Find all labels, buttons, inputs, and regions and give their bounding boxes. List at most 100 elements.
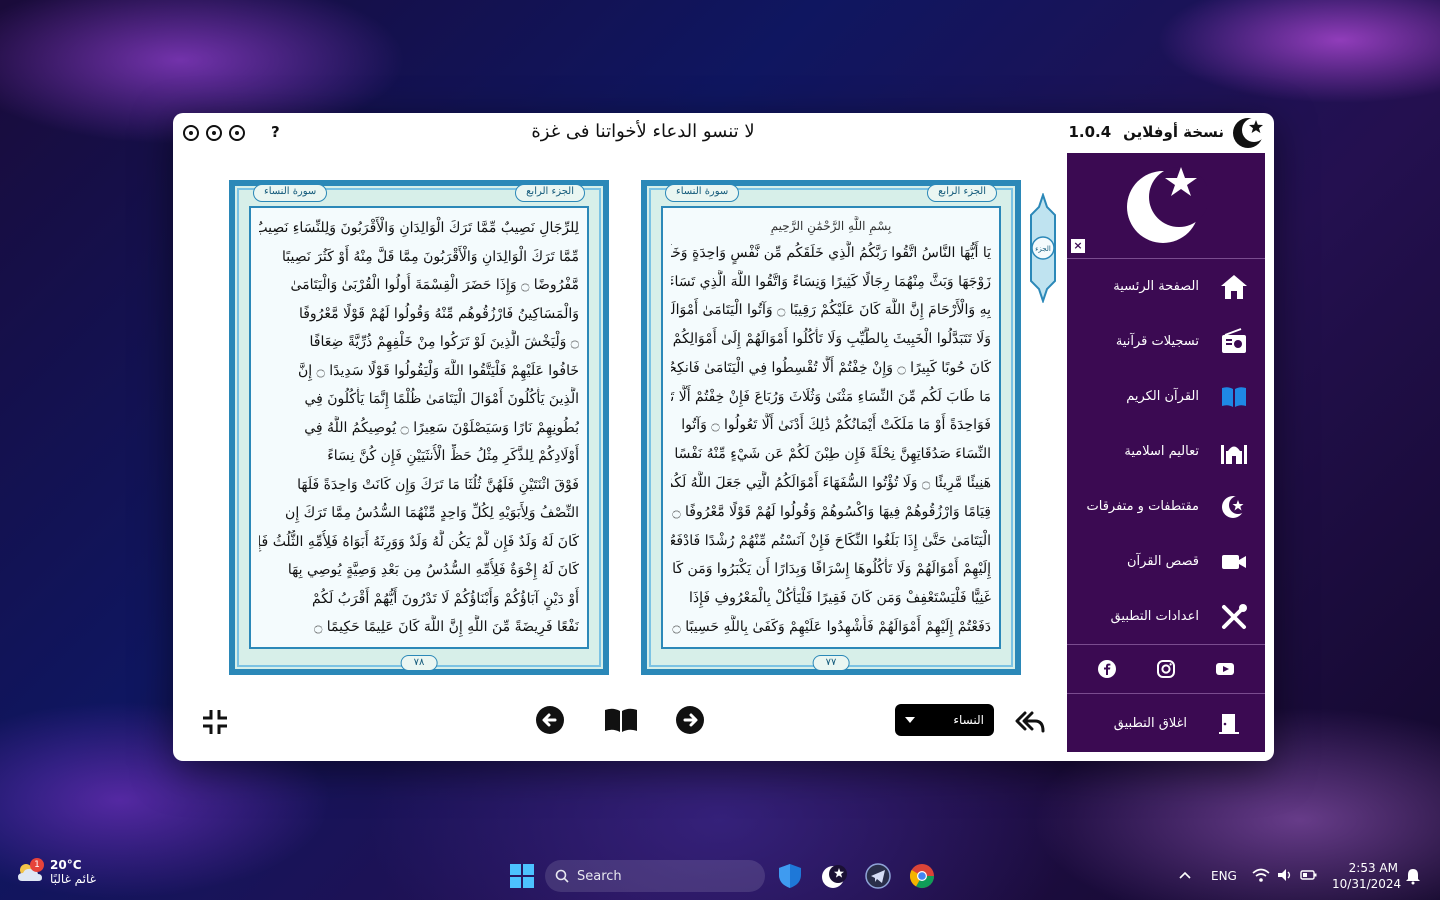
battery-icon[interactable] <box>1300 867 1318 883</box>
verse-line: إِلَيْهِمْ أَمْوَالَهُمْ وَلَا تَأْكُلُو… <box>671 561 991 578</box>
chevron-up-icon[interactable] <box>1178 870 1192 880</box>
instagram-icon[interactable] <box>1156 659 1176 679</box>
language-indicator[interactable]: ENG <box>1211 869 1237 883</box>
verse-line: فَوْقَ اثْنَتَيْنِ فَلَهُنَّ ثُلُثَا مَا… <box>297 476 579 493</box>
weather-widget[interactable]: 20°C غائم غالبًا <box>16 858 96 886</box>
verse-line: أَوْلَادِكُمْ لِلذَّكَرِ مِثْلُ حَظِّ ال… <box>327 448 579 464</box>
verse-line: الَّذِينَ يَأْكُلُونَ أَمْوَالَ الْيَتَا… <box>304 391 579 407</box>
sidebar-item-label: الصفحة الرئسية <box>1113 279 1199 294</box>
radio-icon <box>1222 327 1246 353</box>
verse-line: بِهِ وَالْأَرْحَامَ إِنَّ اللَّهَ كَانَ … <box>671 302 991 319</box>
verse-line: غَنِيًّا فَلْيَسْتَعْفِفْ وَمَن كَانَ فَ… <box>689 590 991 607</box>
gaza-dua-banner: لا تنسو الدعاء لأخواتنا فى غزة <box>531 121 755 142</box>
verse-line: كَانَ لَهُ إِخْوَةٌ فَلِأُمِّهِ السُّدُس… <box>287 562 579 578</box>
title-bar: ? لا تنسو الدعاء لأخواتنا فى غزة 1.0.4 ن… <box>173 113 1274 153</box>
page-juz-tag: الجزء الرابع <box>927 184 997 202</box>
page-number: ٧٧ <box>812 655 850 671</box>
verse-line: النِّسَاءَ صَدُقَاتِهِنَّ نِحْلَةً فَإِن… <box>671 446 991 463</box>
verse-line: وَالْمَسَاكِينُ فَارْزُقُوهُم مِّنْهُ وَ… <box>298 305 579 322</box>
sidebar-header: × <box>1067 153 1265 259</box>
verse-line: يَا أَيُّهَا النَّاسُ اتَّقُوا رَبَّكُمُ… <box>671 244 991 261</box>
verse-line: هَنِيئًا مَّرِيئًا ۝ وَلَا تُؤْتُوا السُ… <box>671 475 991 492</box>
app-window: ? لا تنسو الدعاء لأخواتنا فى غزة 1.0.4 ن… <box>173 113 1274 761</box>
sidebar-menu: الصفحة الرئسية تسجيلات قرآنية القرآن الك… <box>1067 259 1265 645</box>
verse-line: ۝ وَلْيَخْشَ الَّذِينَ لَوْ تَرَكُوا مِن… <box>309 334 579 350</box>
version-title: نسخة أوفلاين <box>1123 123 1224 141</box>
minimize-window-button[interactable] <box>229 125 245 141</box>
facebook-icon[interactable] <box>1097 659 1117 679</box>
sidebar-item-label: اعدادات التطبيق <box>1110 609 1199 624</box>
help-button[interactable]: ? <box>271 123 280 141</box>
juz-ornament-marker-icon: الجزء <box>1030 193 1056 303</box>
youtube-icon[interactable] <box>1215 659 1235 679</box>
quran-app-taskbar-icon[interactable] <box>820 862 848 890</box>
verse-line: مَّفْرُوضًا ۝ وَإِذَا حَضَرَ الْقِسْمَةَ… <box>290 277 579 293</box>
window-controls <box>183 125 245 141</box>
exit-app-button[interactable]: اغلاق التطبيق <box>1067 694 1265 752</box>
open-book-icon[interactable] <box>603 706 639 734</box>
weather-temperature: 20°C <box>50 858 82 872</box>
sidebar-item-excerpts[interactable]: مقتطفات و متفرقات <box>1067 479 1265 534</box>
chrome-icon[interactable] <box>908 862 936 890</box>
taskbar-search-box[interactable]: Search <box>545 860 765 892</box>
home-icon <box>1221 274 1247 299</box>
page-juz-tag: الجزء الرابع <box>515 184 585 202</box>
back-reply-all-icon[interactable] <box>1015 709 1045 733</box>
mushaf-page-right: سورة النساء الجزء الرابع بِسْمِ اللَّهِ … <box>641 180 1021 675</box>
verse-line: بُطُونِهِمْ نَارًا وَسَيَصْلَوْنَ سَعِير… <box>304 419 579 436</box>
crescent-star-icon <box>1127 167 1207 243</box>
windows-start-icon[interactable] <box>508 862 536 890</box>
exit-fullscreen-icon[interactable] <box>201 708 229 736</box>
maximize-window-button[interactable] <box>206 125 222 141</box>
system-clock[interactable]: 2:53 AM 10/31/2024 <box>1332 860 1402 892</box>
sidebar-item-settings[interactable]: اعدادات التطبيق <box>1067 589 1265 644</box>
door-exit-icon <box>1219 714 1239 734</box>
verse-line: نَفْعًا فَرِيضَةً مِّنَ اللَّهِ إِنَّ ال… <box>314 619 579 635</box>
verse-lines: بِسْمِ اللَّهِ الرَّحْمَٰنِ الرَّحِيمِ ي… <box>671 216 991 639</box>
version-number: 1.0.4 <box>1068 123 1112 141</box>
volume-icon[interactable] <box>1276 867 1294 883</box>
basmala: بِسْمِ اللَّهِ الرَّحْمَٰنِ الرَّحِيمِ <box>770 219 892 233</box>
wifi-icon[interactable] <box>1252 867 1270 883</box>
sidebar-item-label: القرآن الكريم <box>1126 389 1199 404</box>
verse-line: دَفَعْتُمْ إِلَيْهِمْ أَمْوَالَهُمْ فَأَ… <box>672 618 991 635</box>
search-placeholder: Search <box>577 868 622 884</box>
verse-line: الْيَتَامَىٰ حَتَّىٰ إِذَا بَلَغُوا النِ… <box>671 532 991 549</box>
video-icon <box>1222 554 1246 569</box>
verse-line: فَوَاحِدَةً أَوْ مَا مَلَكَتْ أَيْمَانُك… <box>681 417 991 434</box>
verse-line: مَا طَابَ لَكُم مِّنَ النِّسَاءِ مَثْنَى… <box>671 388 991 405</box>
previous-page-arrow-icon[interactable] <box>535 705 565 735</box>
social-links <box>1067 645 1265 694</box>
page-header: سورة النساء الجزء الرابع <box>665 184 997 202</box>
tools-icon <box>1222 603 1247 629</box>
close-sidebar-button[interactable]: × <box>1071 239 1085 253</box>
page-text-area: لِلرِّجَالِ نَصِيبٌ مِّمَّا تَرَكَ الْوَ… <box>249 206 589 649</box>
surah-select-dropdown[interactable]: النساء <box>895 704 994 736</box>
mushaf-page-left: سورة النساء الجزء الرابع لِلرِّجَالِ نَص… <box>229 180 609 675</box>
sidebar-item-home[interactable]: الصفحة الرئسية <box>1067 259 1265 314</box>
sidebar-item-quran-stories[interactable]: قصص القرآن <box>1067 534 1265 589</box>
close-window-button[interactable] <box>183 125 199 141</box>
version-label: 1.0.4 نسخة أوفلاين <box>1068 123 1224 141</box>
clock-date: 10/31/2024 <box>1332 877 1402 891</box>
book-icon <box>1222 386 1246 407</box>
verse-line: أَوْ دَيْنٍ آبَاؤُكُمْ وَأَبْنَاؤُكُمْ ل… <box>311 590 579 607</box>
sidebar-item-quran[interactable]: القرآن الكريم <box>1067 369 1265 424</box>
verse-line: كَانَ لَهُ وَلَدٌ فَإِن لَّمْ يَكُن لَّه… <box>259 533 579 550</box>
notification-bell-icon[interactable] <box>1404 867 1422 885</box>
notification-badge: 1 <box>30 858 44 872</box>
sidebar-item-islamic-teachings[interactable]: تعاليم اسلامية <box>1067 424 1265 479</box>
verse-line: كَانَ حُوبًا كَبِيرًا ۝ وَإِنْ خِفْتُمْ … <box>671 359 991 376</box>
taskbar: 20°C غائم غالبًا 1 Search ENG 2:53 AM 10… <box>0 852 1440 900</box>
sidebar-item-label: تعاليم اسلامية <box>1124 444 1199 459</box>
mosque-icon <box>1221 444 1247 464</box>
windows-security-shield-icon[interactable] <box>776 862 804 890</box>
crescent-star-icon <box>1222 495 1247 518</box>
next-page-arrow-icon[interactable] <box>675 705 705 735</box>
telegram-icon[interactable] <box>864 862 892 890</box>
sidebar-item-label: مقتطفات و متفرقات <box>1086 499 1200 514</box>
weather-condition: غائم غالبًا <box>50 872 96 886</box>
sidebar-item-recordings[interactable]: تسجيلات قرآنية <box>1067 314 1265 369</box>
verse-lines: لِلرِّجَالِ نَصِيبٌ مِّمَّا تَرَكَ الْوَ… <box>259 216 579 639</box>
clock-time: 2:53 AM <box>1348 861 1398 875</box>
